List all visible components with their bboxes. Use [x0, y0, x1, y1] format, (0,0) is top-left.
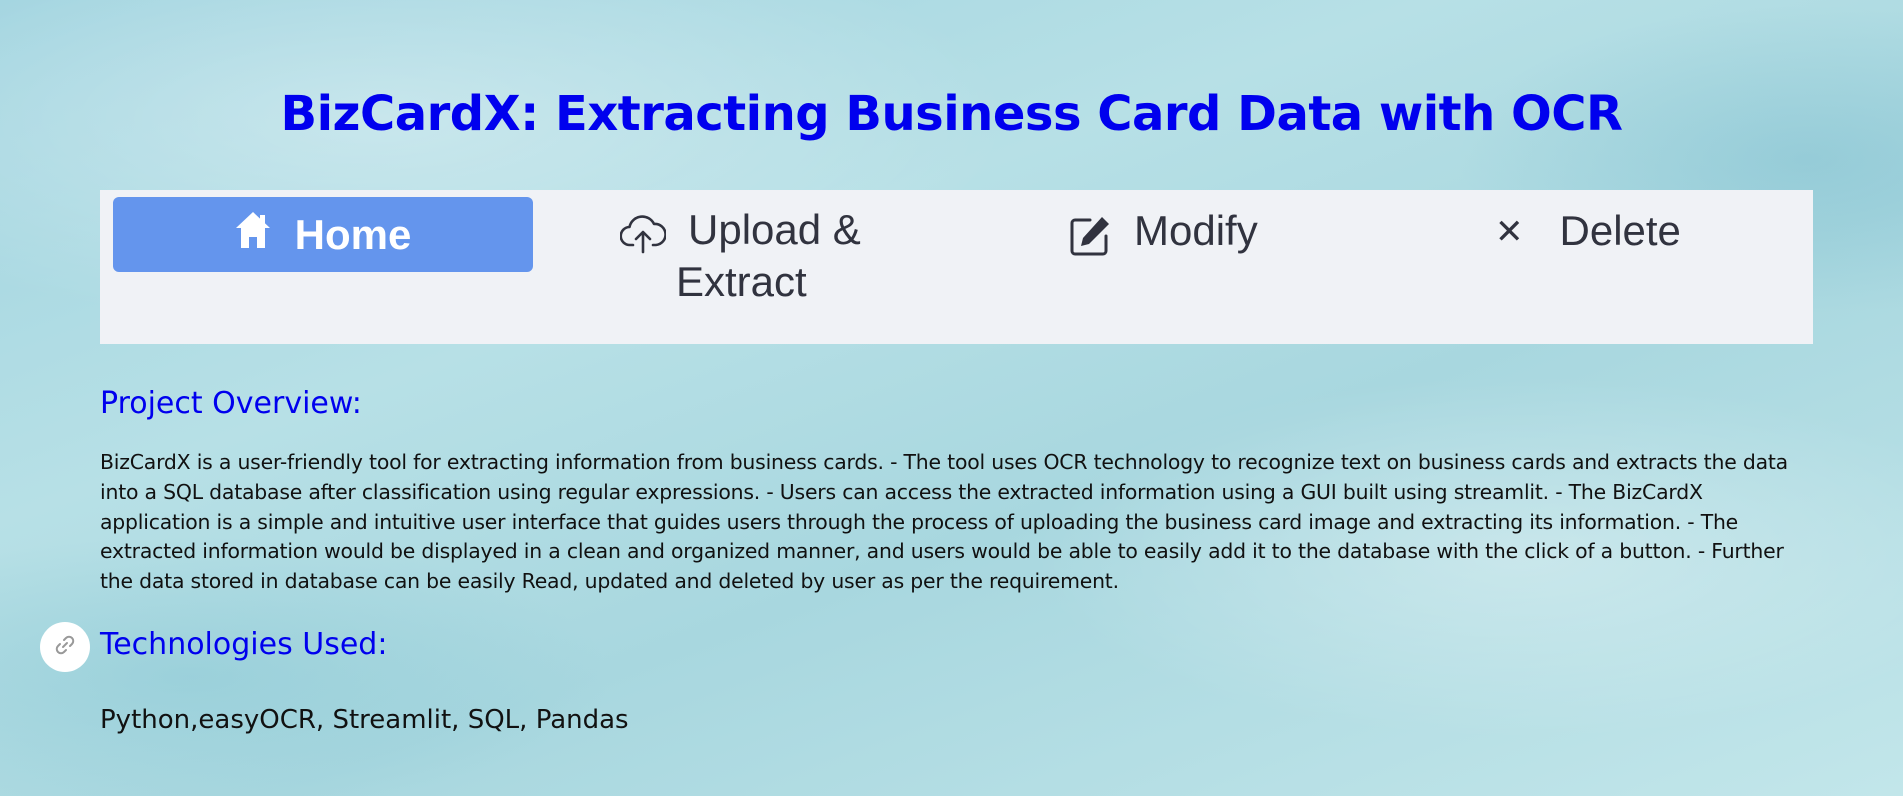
- link-icon: [54, 634, 76, 660]
- nav-item-home[interactable]: Home: [113, 197, 533, 272]
- technologies-text: Python,easyOCR, Streamlit, SQL, Pandas: [100, 705, 629, 735]
- nav-item-label: Home: [294, 210, 412, 258]
- cloud-upload-icon: [619, 214, 667, 264]
- option-menu: Home Upload & Extract Modify ✕ Delete: [100, 190, 1813, 344]
- technologies-heading: Technologies Used:: [100, 627, 388, 662]
- anchor-link-button[interactable]: [40, 622, 90, 672]
- page-title: BizCardX: Extracting Business Card Data …: [280, 86, 1623, 142]
- overview-heading: Project Overview:: [100, 386, 362, 421]
- nav-item-modify[interactable]: Modify: [1068, 207, 1258, 268]
- nav-item-label: Delete: [1559, 207, 1681, 254]
- close-icon: ✕: [1495, 213, 1524, 251]
- nav-item-upload-extract[interactable]: Upload & Extract: [619, 206, 950, 314]
- overview-text: BizCardX is a user-friendly tool for ext…: [100, 450, 1788, 594]
- nav-item-delete[interactable]: ✕ Delete: [1495, 207, 1681, 256]
- nav-item-label: Modify: [1134, 207, 1258, 254]
- edit-icon: [1068, 214, 1112, 268]
- home-icon: [235, 211, 271, 259]
